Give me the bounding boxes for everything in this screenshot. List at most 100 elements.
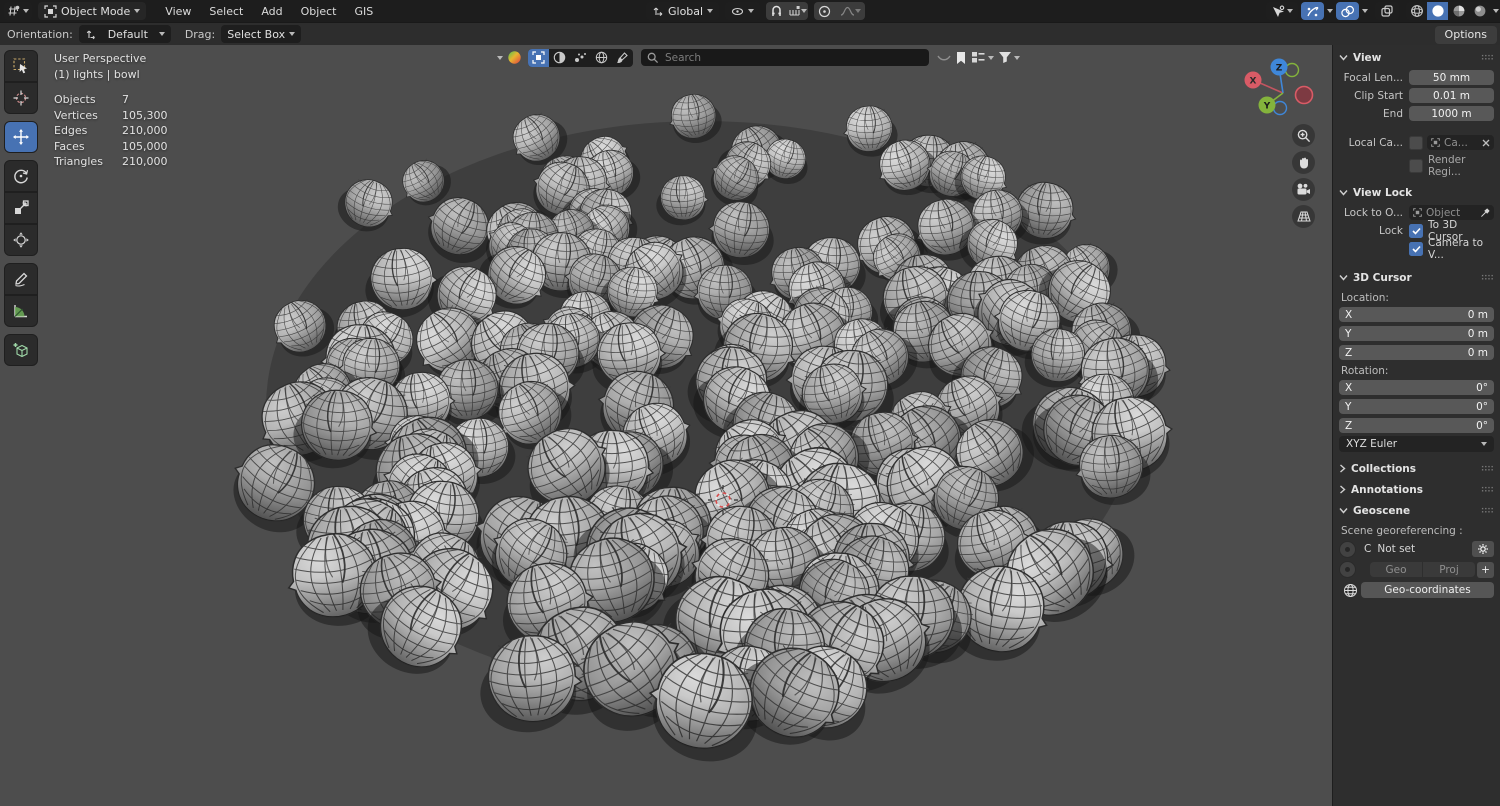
- chevron-down-icon: [1339, 55, 1348, 61]
- crs-settings-button[interactable]: [1472, 541, 1494, 557]
- gizmos-toggle[interactable]: [1301, 2, 1324, 20]
- camera-view-button[interactable]: [1292, 178, 1315, 201]
- tool-add-cube[interactable]: [4, 334, 38, 366]
- falloff-dropdown[interactable]: [835, 2, 865, 20]
- perspective-toggle-button[interactable]: [1292, 205, 1315, 228]
- shading-material-button[interactable]: [1448, 2, 1469, 20]
- section-annotations-header[interactable]: Annotations: [1339, 479, 1494, 500]
- tool-measure[interactable]: [4, 295, 38, 327]
- tool-select-box[interactable]: [4, 50, 38, 82]
- collapse-curve-icon[interactable]: [937, 53, 951, 63]
- options-button[interactable]: Options: [1434, 25, 1497, 44]
- local-camera-checkbox[interactable]: [1409, 135, 1423, 150]
- drag-dropdown[interactable]: Select Box: [221, 25, 302, 43]
- pivot-point-dropdown[interactable]: [725, 2, 761, 20]
- filter-shading-toggle[interactable]: [549, 49, 570, 67]
- display-mode-dropdown[interactable]: [971, 51, 994, 64]
- geo-button[interactable]: Geo: [1370, 562, 1422, 577]
- menu-add[interactable]: Add: [252, 5, 291, 18]
- gizmo-axis-neg-x[interactable]: [1294, 85, 1314, 105]
- section-3d-cursor-header[interactable]: 3D Cursor: [1339, 267, 1494, 288]
- rotation-mode-dropdown[interactable]: XYZ Euler: [1339, 436, 1494, 452]
- shading-solid-button[interactable]: [1427, 2, 1448, 20]
- geo-globe-button[interactable]: [1339, 583, 1361, 598]
- cursor-rotation-x-field[interactable]: X 0°: [1339, 380, 1494, 395]
- tool-move[interactable]: [4, 121, 38, 153]
- tool-annotate[interactable]: [4, 263, 38, 295]
- stat-value: 210,000: [122, 124, 168, 137]
- camera-to-view-checkbox[interactable]: [1409, 241, 1423, 256]
- section-collections-header[interactable]: Collections: [1339, 458, 1494, 479]
- tool-orientation-dropdown[interactable]: Default: [78, 25, 171, 43]
- shading-rendered-button[interactable]: [1469, 2, 1490, 20]
- panel-grip-icon[interactable]: [1481, 465, 1494, 472]
- tool-rotate[interactable]: [4, 160, 38, 192]
- expand-caret[interactable]: [497, 55, 503, 60]
- snap-toggle[interactable]: [766, 2, 787, 20]
- panel-grip-icon[interactable]: [1481, 486, 1494, 493]
- gizmo-axis-neg-y[interactable]: [1284, 62, 1300, 78]
- gizmos-dropdown-caret[interactable]: [1327, 9, 1333, 13]
- mode-selector[interactable]: Object Mode: [38, 2, 147, 20]
- clip-end-field[interactable]: 1000 m: [1409, 106, 1494, 121]
- tool-transform[interactable]: [4, 224, 38, 256]
- proj-button[interactable]: Proj: [1423, 562, 1475, 577]
- menu-object[interactable]: Object: [292, 5, 346, 18]
- cursor-location-y-field[interactable]: Y 0 m: [1339, 326, 1494, 341]
- menu-view[interactable]: View: [156, 5, 200, 18]
- add-crs-button[interactable]: +: [1477, 561, 1494, 578]
- filter-all-toggle[interactable]: [528, 48, 549, 67]
- pan-view-button[interactable]: [1292, 151, 1315, 174]
- snap-target-dropdown[interactable]: [787, 2, 808, 20]
- material-sphere-icon: [1453, 5, 1464, 17]
- editor-3d-viewport-icon: [8, 5, 20, 16]
- xray-toggle[interactable]: [1375, 2, 1399, 20]
- filter-brush-toggle[interactable]: [612, 49, 633, 67]
- close-icon[interactable]: [1482, 139, 1490, 147]
- cursor-rotation-y-field[interactable]: Y 0°: [1339, 399, 1494, 414]
- clip-start-field[interactable]: 0.01 m: [1409, 88, 1494, 103]
- section-geoscene-header[interactable]: Geoscene: [1339, 500, 1494, 521]
- proj-radio[interactable]: [1339, 561, 1356, 578]
- panel-grip-icon[interactable]: [1481, 274, 1494, 281]
- overlays-toggle[interactable]: [1336, 2, 1359, 20]
- tool-cursor[interactable]: [4, 82, 38, 114]
- focal-length-field[interactable]: 50 mm: [1409, 70, 1494, 85]
- tool-scale[interactable]: [4, 192, 38, 224]
- crs-radio[interactable]: [1339, 540, 1356, 558]
- section-view-lock-header[interactable]: View Lock: [1339, 182, 1494, 203]
- overlays-dropdown-caret[interactable]: [1362, 9, 1368, 13]
- 3d-viewport[interactable]: User Perspective (1) lights | bowl Objec…: [0, 45, 1332, 806]
- camera-icon: [1297, 183, 1310, 195]
- eyedropper-icon[interactable]: [1480, 207, 1490, 218]
- search-input[interactable]: [641, 49, 929, 66]
- axis-icon: [86, 30, 95, 40]
- cursor-location-z-field[interactable]: Z 0 m: [1339, 345, 1494, 360]
- local-camera-object-field[interactable]: Ca...: [1427, 135, 1494, 150]
- geo-coordinates-button[interactable]: Geo-coordinates: [1361, 582, 1494, 598]
- transform-orientation-dropdown[interactable]: Global: [646, 2, 720, 20]
- section-view-header[interactable]: View: [1339, 47, 1494, 68]
- panel-grip-icon[interactable]: [1481, 507, 1494, 514]
- render-region-checkbox[interactable]: [1409, 158, 1423, 173]
- editor-type-button[interactable]: [4, 2, 32, 20]
- cursor-location-x-field[interactable]: X 0 m: [1339, 307, 1494, 322]
- filter-particles-toggle[interactable]: [570, 49, 591, 67]
- menu-gis[interactable]: GIS: [345, 5, 382, 18]
- bookmark-icon[interactable]: [955, 51, 967, 65]
- tool-orientation-value: Default: [107, 27, 148, 41]
- axis-label: Z: [1345, 346, 1353, 359]
- shading-wireframe-button[interactable]: [1406, 2, 1427, 20]
- lock-to-3d-cursor-checkbox[interactable]: [1409, 223, 1423, 238]
- gizmo-axis-neg-z[interactable]: [1272, 100, 1288, 116]
- filter-dropdown[interactable]: [998, 51, 1020, 64]
- visibility-dropdown[interactable]: [1266, 2, 1298, 20]
- shading-dropdown-caret[interactable]: [1493, 9, 1499, 13]
- cursor-rotation-z-field[interactable]: Z 0°: [1339, 418, 1494, 433]
- zoom-view-button[interactable]: [1292, 124, 1315, 147]
- panel-grip-icon[interactable]: [1481, 54, 1494, 61]
- preview-ball-icon[interactable]: [507, 50, 522, 65]
- filter-world-toggle[interactable]: [591, 49, 612, 67]
- proportional-edit-toggle[interactable]: [814, 2, 835, 20]
- menu-select[interactable]: Select: [200, 5, 252, 18]
